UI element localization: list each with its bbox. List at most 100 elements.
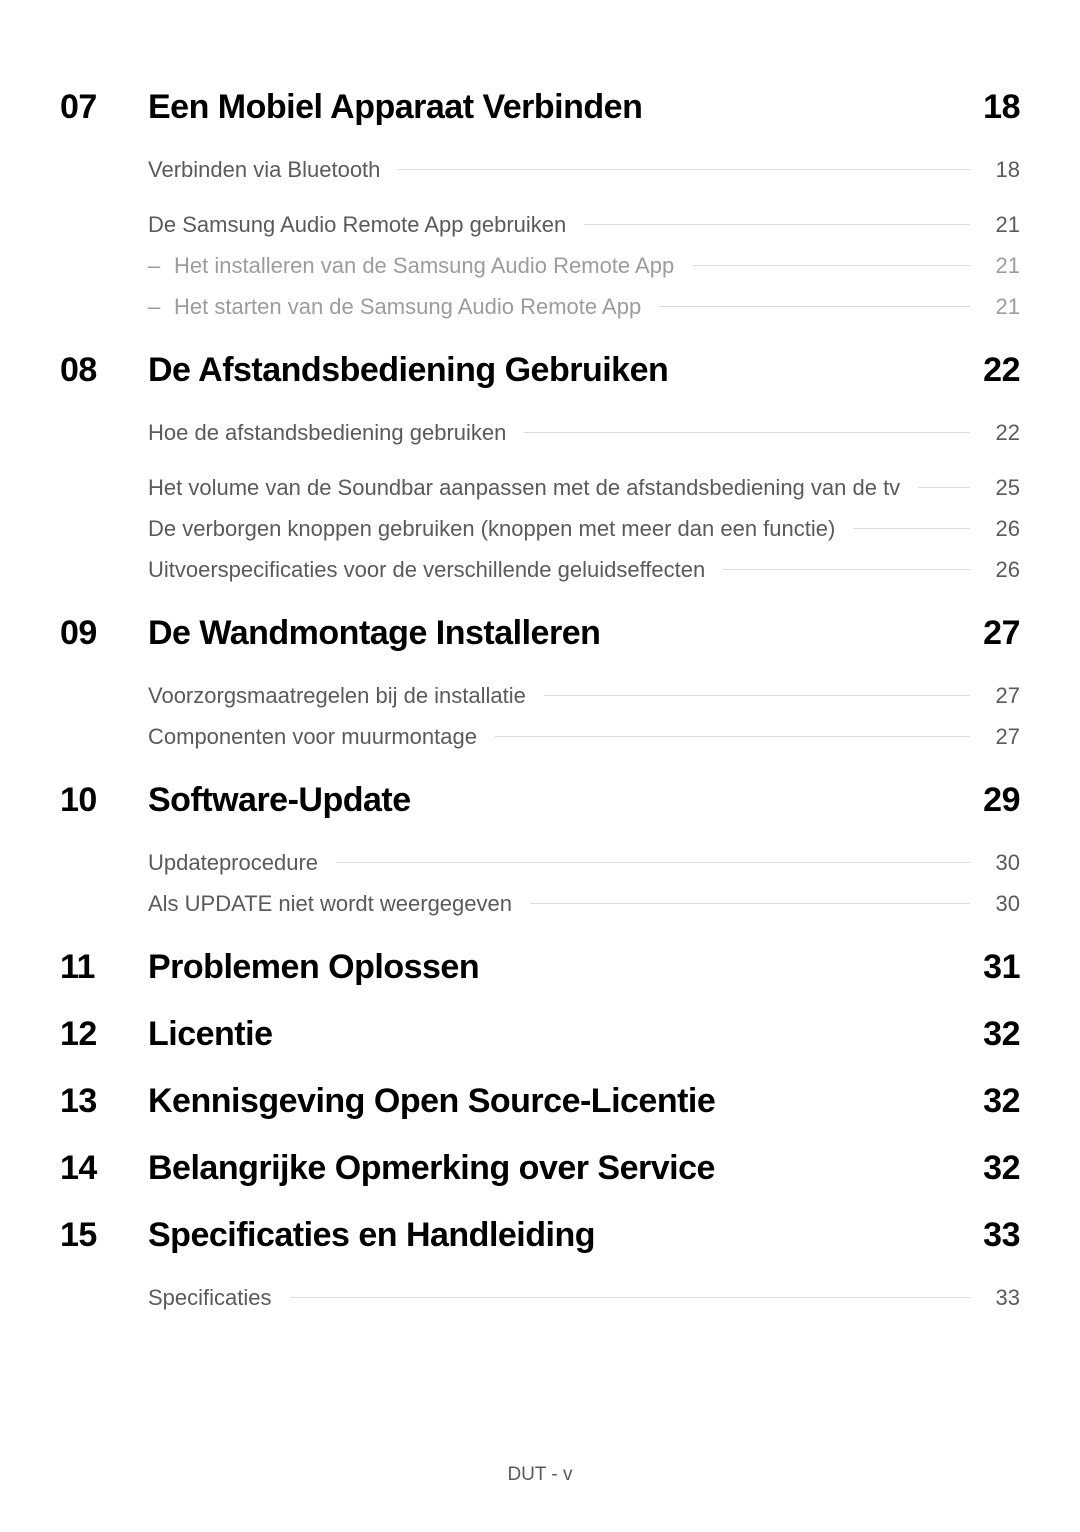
toc-line-page: 26 bbox=[988, 553, 1020, 586]
toc-line[interactable]: Specificaties33 bbox=[148, 1281, 1020, 1314]
toc-section-title: Een Mobiel Apparaat Verbinden bbox=[148, 88, 983, 127]
toc-section-head[interactable]: 11Problemen Oplossen31 bbox=[60, 948, 1020, 987]
toc-section: 13Kennisgeving Open Source-Licentie32 bbox=[60, 1082, 1020, 1121]
page: 07Een Mobiel Apparaat Verbinden18Verbind… bbox=[0, 0, 1080, 1532]
toc-line-page: 21 bbox=[988, 290, 1020, 323]
toc-section-head[interactable]: 15Specificaties en Handleiding33 bbox=[60, 1216, 1020, 1255]
toc-section-head[interactable]: 07Een Mobiel Apparaat Verbinden18 bbox=[60, 88, 1020, 127]
toc-leader-line bbox=[336, 862, 970, 863]
toc-section-page: 32 bbox=[983, 1082, 1020, 1121]
toc-section-head[interactable]: 08De Afstandsbediening Gebruiken22 bbox=[60, 351, 1020, 390]
toc-section-number: 13 bbox=[60, 1082, 148, 1121]
toc-section: 10Software-Update29Updateprocedure30Als … bbox=[60, 781, 1020, 920]
toc-section: 08De Afstandsbediening Gebruiken22Hoe de… bbox=[60, 351, 1020, 586]
toc-leader-line bbox=[584, 224, 970, 225]
toc-section-head[interactable]: 13Kennisgeving Open Source-Licentie32 bbox=[60, 1082, 1020, 1121]
toc-line[interactable]: –Het starten van de Samsung Audio Remote… bbox=[148, 290, 1020, 323]
toc-line-page: 22 bbox=[988, 416, 1020, 449]
toc-section-number: 11 bbox=[60, 948, 148, 987]
toc-leader-line bbox=[398, 169, 970, 170]
toc-line[interactable]: Uitvoerspecificaties voor de verschillen… bbox=[148, 553, 1020, 586]
toc-leader-line bbox=[723, 569, 970, 570]
toc-section-number: 12 bbox=[60, 1015, 148, 1054]
toc-line-label: Hoe de afstandsbediening gebruiken bbox=[148, 416, 506, 449]
toc-section-page: 18 bbox=[983, 88, 1020, 127]
toc-section-title: Kennisgeving Open Source-Licentie bbox=[148, 1082, 983, 1121]
toc-section-head[interactable]: 10Software-Update29 bbox=[60, 781, 1020, 820]
toc-leader-line bbox=[495, 736, 970, 737]
toc-section: 14Belangrijke Opmerking over Service32 bbox=[60, 1149, 1020, 1188]
toc-section: 07Een Mobiel Apparaat Verbinden18Verbind… bbox=[60, 88, 1020, 323]
toc-line-page: 25 bbox=[988, 471, 1020, 504]
toc-line[interactable]: Als UPDATE niet wordt weergegeven 30 bbox=[148, 887, 1020, 920]
toc-section-title: Licentie bbox=[148, 1015, 983, 1054]
toc-line-label: Het starten van de Samsung Audio Remote … bbox=[174, 290, 641, 323]
toc-section-number: 14 bbox=[60, 1149, 148, 1188]
toc-line[interactable]: Het volume van de Soundbar aanpassen met… bbox=[148, 471, 1020, 504]
toc-section-items: Verbinden via Bluetooth18 De Samsung Audi… bbox=[60, 153, 1020, 323]
toc-line[interactable]: Componenten voor muurmontage 27 bbox=[148, 720, 1020, 753]
toc-section-page: 33 bbox=[983, 1216, 1020, 1255]
toc-line-page: 27 bbox=[988, 720, 1020, 753]
toc-line-page: 18 bbox=[988, 153, 1020, 186]
toc-leader-line bbox=[692, 265, 970, 266]
dash-bullet-icon: – bbox=[148, 290, 174, 323]
toc-section-title: Software-Update bbox=[148, 781, 983, 820]
toc-line-label: Specificaties bbox=[148, 1281, 272, 1314]
toc-line-page: 21 bbox=[988, 249, 1020, 282]
toc-section-number: 09 bbox=[60, 614, 148, 653]
toc-leader-line bbox=[544, 695, 970, 696]
toc-leader-line bbox=[918, 487, 970, 488]
toc-section-page: 32 bbox=[983, 1015, 1020, 1054]
toc-leader-line bbox=[659, 306, 970, 307]
toc-section-head[interactable]: 14Belangrijke Opmerking over Service32 bbox=[60, 1149, 1020, 1188]
toc-line-page: 27 bbox=[988, 679, 1020, 712]
toc-section-number: 07 bbox=[60, 88, 148, 127]
toc-line-page: 30 bbox=[988, 887, 1020, 920]
toc-section: 09De Wandmontage Installeren27 Voorzorgsm… bbox=[60, 614, 1020, 753]
toc-line[interactable]: –Het installeren van de Samsung Audio Re… bbox=[148, 249, 1020, 282]
toc-group-gap bbox=[148, 457, 1020, 471]
toc-line[interactable]: De verborgen knoppen gebruiken (knoppen … bbox=[148, 512, 1020, 545]
toc-section-page: 22 bbox=[983, 351, 1020, 390]
toc-line[interactable]: Hoe de afstandsbediening gebruiken 22 bbox=[148, 416, 1020, 449]
toc-section-page: 27 bbox=[983, 614, 1020, 653]
toc-section-number: 08 bbox=[60, 351, 148, 390]
toc-section-title: Specificaties en Handleiding bbox=[148, 1216, 983, 1255]
toc-section-title: Problemen Oplossen bbox=[148, 948, 983, 987]
toc-line-label: Updateprocedure bbox=[148, 846, 318, 879]
toc-line[interactable]: De Samsung Audio Remote App gebruiken21 bbox=[148, 208, 1020, 241]
toc-line-page: 21 bbox=[988, 208, 1020, 241]
toc-line-label: Componenten voor muurmontage bbox=[148, 720, 477, 753]
toc-section-head[interactable]: 09De Wandmontage Installeren27 bbox=[60, 614, 1020, 653]
toc-section-title: Belangrijke Opmerking over Service bbox=[148, 1149, 983, 1188]
toc-section-items: Updateprocedure30Als UPDATE niet wordt w… bbox=[60, 846, 1020, 920]
toc-section-page: 29 bbox=[983, 781, 1020, 820]
toc-line[interactable]: Verbinden via Bluetooth18 bbox=[148, 153, 1020, 186]
toc-line-label: Voorzorgsmaatregelen bij de installatie bbox=[148, 679, 526, 712]
toc-section-head[interactable]: 12Licentie32 bbox=[60, 1015, 1020, 1054]
toc-line-page: 30 bbox=[988, 846, 1020, 879]
toc-section-title: De Afstandsbediening Gebruiken bbox=[148, 351, 983, 390]
toc-section: 11Problemen Oplossen31 bbox=[60, 948, 1020, 987]
toc-section-items: Voorzorgsmaatregelen bij de installatie 2… bbox=[60, 679, 1020, 753]
toc-line-label: Het volume van de Soundbar aanpassen met… bbox=[148, 471, 900, 504]
toc-leader-line bbox=[290, 1297, 970, 1298]
toc-line-label: Uitvoerspecificaties voor de verschillen… bbox=[148, 553, 705, 586]
toc-section-page: 31 bbox=[983, 948, 1020, 987]
toc-line-page: 26 bbox=[988, 512, 1020, 545]
toc-leader-line bbox=[524, 432, 970, 433]
toc-line[interactable]: Voorzorgsmaatregelen bij de installatie 2… bbox=[148, 679, 1020, 712]
toc-line[interactable]: Updateprocedure 30 bbox=[148, 846, 1020, 879]
toc-section-number: 15 bbox=[60, 1216, 148, 1255]
page-footer: DUT - v bbox=[0, 1464, 1080, 1486]
toc-section-page: 32 bbox=[983, 1149, 1020, 1188]
toc-group-gap bbox=[148, 194, 1020, 208]
toc-line-label: Het installeren van de Samsung Audio Rem… bbox=[174, 249, 674, 282]
toc-section-number: 10 bbox=[60, 781, 148, 820]
toc-line-label: Als UPDATE niet wordt weergegeven bbox=[148, 887, 512, 920]
toc-section-items: Hoe de afstandsbediening gebruiken 22 Het … bbox=[60, 416, 1020, 586]
dash-bullet-icon: – bbox=[148, 249, 174, 282]
toc-section-items: Specificaties33 bbox=[60, 1281, 1020, 1314]
toc-section: 15Specificaties en Handleiding33Specific… bbox=[60, 1216, 1020, 1314]
